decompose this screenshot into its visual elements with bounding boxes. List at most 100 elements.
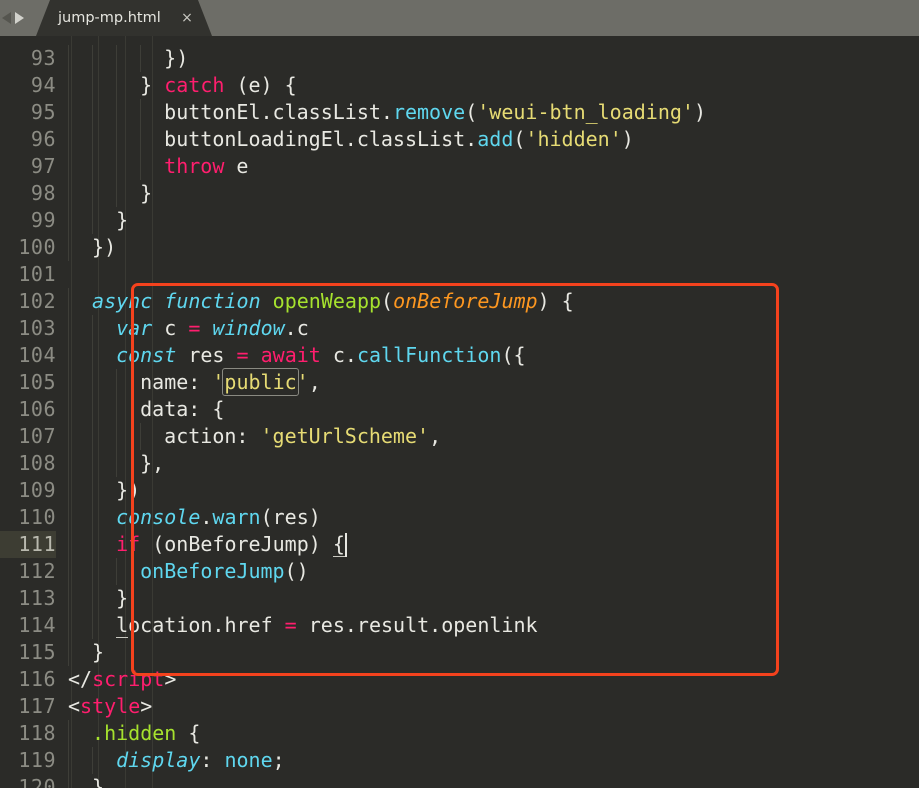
token: > [164, 667, 176, 691]
line-number[interactable]: 106 [0, 396, 56, 423]
code-line: 114 location.href = res.result.openlink [0, 612, 919, 639]
token: ; [273, 748, 285, 772]
token: 'getUrlScheme' [260, 424, 429, 448]
line-number[interactable]: 104 [0, 342, 56, 369]
token: () [285, 559, 309, 583]
line-number[interactable]: 113 [0, 585, 56, 612]
code-line: 110console.warn(res) [0, 504, 919, 531]
code-line: 101 [0, 261, 919, 288]
token: c. [321, 343, 357, 367]
arrow-left-icon[interactable] [2, 12, 11, 24]
line-number[interactable]: 102 [0, 288, 56, 315]
line-number[interactable]: 109 [0, 477, 56, 504]
token: ) [694, 100, 706, 124]
token: buttonEl.classList. [164, 100, 393, 124]
token: async function [92, 289, 261, 313]
code-text: }) [92, 234, 116, 261]
code-text: }, [140, 450, 164, 477]
token: ) [622, 127, 634, 151]
token: name: [140, 370, 212, 394]
token: } [92, 640, 104, 664]
token: ' [297, 370, 309, 394]
line-number[interactable]: 97 [0, 153, 56, 180]
line-number[interactable]: 94 [0, 72, 56, 99]
line-number[interactable]: 115 [0, 639, 56, 666]
token: callFunction [357, 343, 502, 367]
line-number[interactable]: 120 [0, 774, 56, 788]
token: data: { [140, 397, 224, 421]
bracket-match: { [333, 532, 345, 557]
code-text: <style> [68, 693, 152, 720]
close-icon[interactable]: × [179, 0, 195, 36]
editor-tab[interactable]: jump-mp.html × [36, 0, 212, 36]
code-text: location.href = res.result.openlink [116, 612, 537, 639]
line-number[interactable]: 100 [0, 234, 56, 261]
line-number[interactable]: 103 [0, 315, 56, 342]
token: c [152, 316, 188, 340]
line-number[interactable]: 105 [0, 369, 56, 396]
token: throw [164, 154, 224, 178]
token: display [116, 748, 200, 772]
code-text: } [116, 207, 128, 234]
line-number[interactable]: 111 [0, 531, 56, 558]
code-line: 113} [0, 585, 919, 612]
token: warn [212, 505, 260, 529]
code-text: display: none; [116, 747, 285, 774]
code-line: 118 .hidden { [0, 720, 919, 747]
token: > [140, 694, 152, 718]
code-text: async function openWeapp(onBeforeJump) { [92, 288, 574, 315]
line-number[interactable]: 112 [0, 558, 56, 585]
tab-title: jump-mp.html [58, 0, 161, 36]
code-editor[interactable]: 93})94} catch (e) {95buttonEl.classList.… [0, 36, 919, 788]
code-line: 93}) [0, 45, 919, 72]
token [261, 289, 273, 313]
line-number[interactable]: 99 [0, 207, 56, 234]
token: .c [285, 316, 309, 340]
token: ' [212, 370, 224, 394]
tab-nav-arrows[interactable] [2, 9, 36, 27]
token: , [309, 370, 321, 394]
title-bar: jump-mp.html × [0, 0, 919, 36]
token: if [116, 532, 140, 556]
code-text: buttonEl.classList.remove('weui-btn_load… [164, 99, 706, 126]
line-number[interactable]: 116 [0, 666, 56, 693]
token: }) [116, 478, 140, 502]
code-line: 108}, [0, 450, 919, 477]
token: < [68, 694, 80, 718]
line-number[interactable]: 101 [0, 261, 56, 288]
code-line: 102 async function openWeapp(onBeforeJump… [0, 288, 919, 315]
bracket-match: l [116, 613, 128, 638]
token [249, 343, 261, 367]
code-text: } [92, 639, 104, 666]
token: } [116, 586, 128, 610]
line-number[interactable]: 118 [0, 720, 56, 747]
code-text: action: 'getUrlScheme', [164, 423, 441, 450]
token: (onBeforeJump) [140, 532, 333, 556]
line-number[interactable]: 117 [0, 693, 56, 720]
line-number[interactable]: 107 [0, 423, 56, 450]
line-number[interactable]: 98 [0, 180, 56, 207]
code-line: 116</script> [0, 666, 919, 693]
token: = [188, 316, 200, 340]
line-number[interactable]: 114 [0, 612, 56, 639]
code-text: } [116, 585, 128, 612]
line-number[interactable]: 108 [0, 450, 56, 477]
code-line: 120} [0, 774, 919, 788]
token: 'weui-btn_loading' [477, 100, 694, 124]
line-number[interactable]: 95 [0, 99, 56, 126]
line-number[interactable]: 110 [0, 504, 56, 531]
token: }) [92, 235, 116, 259]
token: const [116, 343, 176, 367]
token: } [92, 775, 104, 788]
token: </ [68, 667, 92, 691]
arrow-right-icon[interactable] [15, 12, 24, 24]
line-number[interactable]: 119 [0, 747, 56, 774]
code-text: onBeforeJump() [140, 558, 309, 585]
token: { [176, 721, 200, 745]
code-text: .hidden { [92, 720, 200, 747]
line-number[interactable]: 96 [0, 126, 56, 153]
line-number[interactable]: 93 [0, 45, 56, 72]
code-line: 119 display: none; [0, 747, 919, 774]
token: console [116, 505, 200, 529]
token: add [477, 127, 513, 151]
